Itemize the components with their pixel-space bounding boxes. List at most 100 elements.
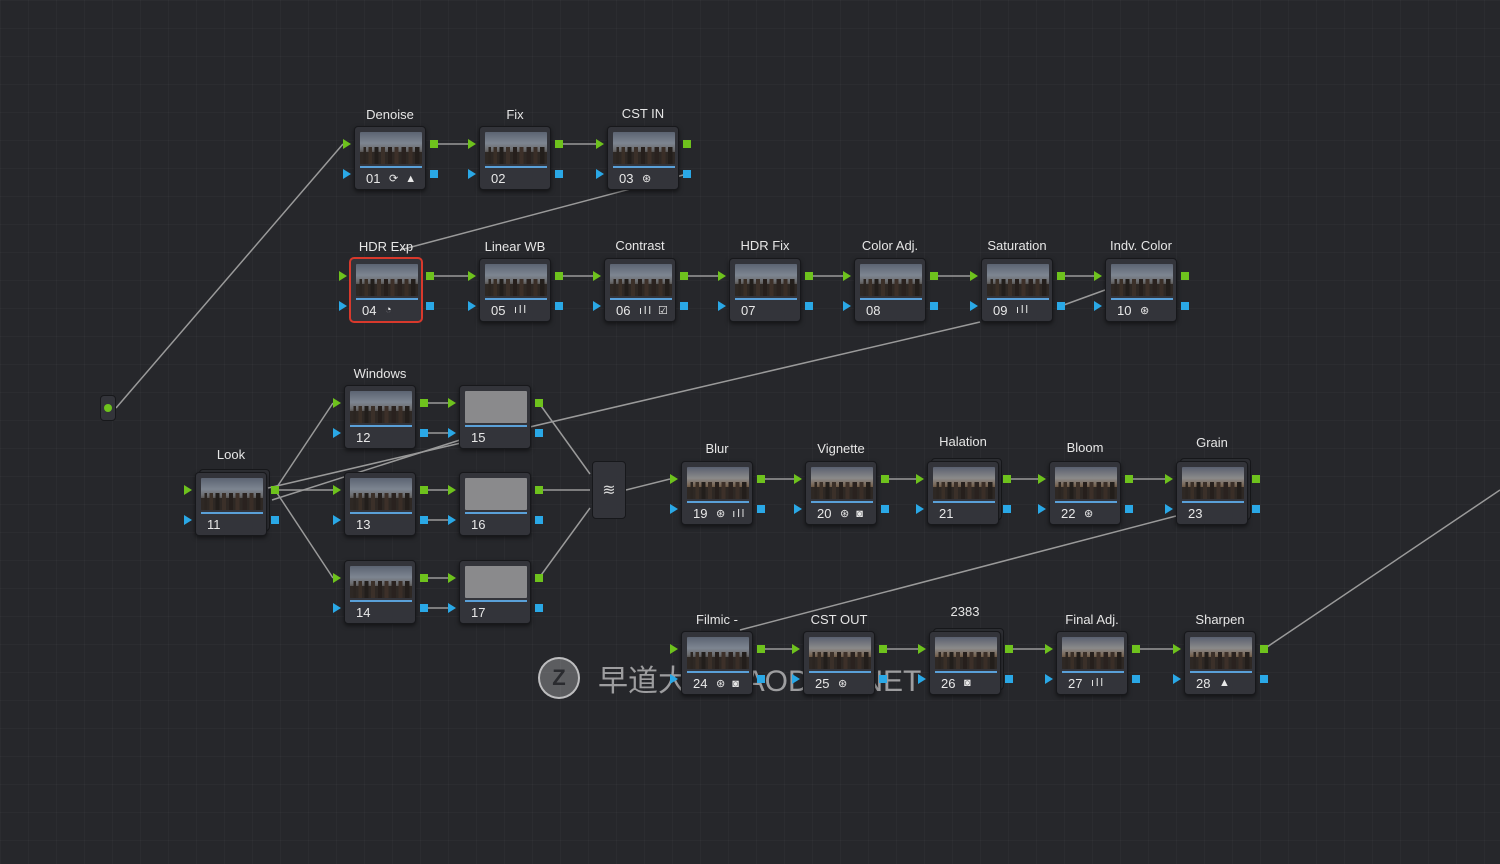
node-11[interactable]: 11 <box>195 469 270 536</box>
alpha-output-port[interactable] <box>930 302 938 310</box>
alpha-input-port[interactable] <box>593 301 601 311</box>
node-28[interactable]: 28 ▲ <box>1184 631 1256 695</box>
rgb-input-port[interactable] <box>1094 271 1102 281</box>
rgb-input-port[interactable] <box>448 485 456 495</box>
rgb-output-port[interactable] <box>430 140 438 148</box>
rgb-output-port[interactable] <box>1181 272 1189 280</box>
alpha-output-port[interactable] <box>1057 302 1065 310</box>
rgb-input-port[interactable] <box>448 573 456 583</box>
alpha-input-port[interactable] <box>343 169 351 179</box>
rgb-output-port[interactable] <box>420 574 428 582</box>
node-03[interactable]: 03 ⊛ <box>607 126 679 190</box>
rgb-output-port[interactable] <box>680 272 688 280</box>
alpha-output-port[interactable] <box>420 429 428 437</box>
alpha-output-port[interactable] <box>426 302 434 310</box>
alpha-input-port[interactable] <box>448 428 456 438</box>
alpha-output-port[interactable] <box>1132 675 1140 683</box>
rgb-output-port[interactable] <box>757 645 765 653</box>
node-04[interactable]: 04 ◔ <box>350 258 422 322</box>
rgb-output-port[interactable] <box>683 140 691 148</box>
rgb-input-port[interactable] <box>918 644 926 654</box>
alpha-input-port[interactable] <box>339 301 347 311</box>
rgb-input-port[interactable] <box>184 485 192 495</box>
rgb-input-port[interactable] <box>670 644 678 654</box>
rgb-input-port[interactable] <box>468 271 476 281</box>
rgb-input-port[interactable] <box>343 139 351 149</box>
rgb-output-port[interactable] <box>535 399 543 407</box>
node-17[interactable]: 17 <box>459 560 531 624</box>
rgb-input-port[interactable] <box>718 271 726 281</box>
node-26[interactable]: 26 ◙ <box>929 628 1004 695</box>
node-07[interactable]: 07 <box>729 258 801 322</box>
rgb-input-port[interactable] <box>1165 474 1173 484</box>
rgb-output-port[interactable] <box>555 140 563 148</box>
node-02[interactable]: 02 <box>479 126 551 190</box>
layer-mixer-node[interactable]: ≋ <box>592 461 626 519</box>
alpha-output-port[interactable] <box>535 516 543 524</box>
rgb-output-port[interactable] <box>1252 475 1260 483</box>
alpha-output-port[interactable] <box>757 675 765 683</box>
alpha-output-port[interactable] <box>805 302 813 310</box>
rgb-input-port[interactable] <box>916 474 924 484</box>
alpha-output-port[interactable] <box>1181 302 1189 310</box>
rgb-output-port[interactable] <box>426 272 434 280</box>
alpha-input-port[interactable] <box>792 674 800 684</box>
rgb-output-port[interactable] <box>879 645 887 653</box>
node-14[interactable]: 14 <box>344 560 416 624</box>
alpha-output-port[interactable] <box>271 516 279 524</box>
alpha-output-port[interactable] <box>879 675 887 683</box>
alpha-output-port[interactable] <box>535 429 543 437</box>
node-24[interactable]: 24 ⊛ ◙ <box>681 631 753 695</box>
alpha-input-port[interactable] <box>970 301 978 311</box>
source-input-node[interactable] <box>100 395 116 421</box>
alpha-input-port[interactable] <box>596 169 604 179</box>
alpha-input-port[interactable] <box>1165 504 1173 514</box>
node-27[interactable]: 27 ıll <box>1056 631 1128 695</box>
node-22[interactable]: 22 ⊛ <box>1049 461 1121 525</box>
node-16[interactable]: 16 <box>459 472 531 536</box>
node-15[interactable]: 15 <box>459 385 531 449</box>
alpha-input-port[interactable] <box>918 674 926 684</box>
alpha-input-port[interactable] <box>1045 674 1053 684</box>
alpha-input-port[interactable] <box>184 515 192 525</box>
node-21[interactable]: 21 <box>927 458 1002 525</box>
rgb-output-port[interactable] <box>1125 475 1133 483</box>
alpha-input-port[interactable] <box>468 169 476 179</box>
alpha-output-port[interactable] <box>1005 675 1013 683</box>
rgb-output-port[interactable] <box>930 272 938 280</box>
rgb-input-port[interactable] <box>970 271 978 281</box>
rgb-output-port[interactable] <box>535 486 543 494</box>
rgb-input-port[interactable] <box>468 139 476 149</box>
rgb-output-port[interactable] <box>1005 645 1013 653</box>
rgb-input-port[interactable] <box>1038 474 1046 484</box>
rgb-output-port[interactable] <box>1260 645 1268 653</box>
node-graph-canvas[interactable]: ≋ Z 早道大咖 ZAODAO.NET 01⟳ ▲Denoise02Fix03⊛… <box>0 0 1500 864</box>
alpha-output-port[interactable] <box>1252 505 1260 513</box>
rgb-output-port[interactable] <box>881 475 889 483</box>
alpha-input-port[interactable] <box>448 603 456 613</box>
alpha-input-port[interactable] <box>1094 301 1102 311</box>
rgb-output-port[interactable] <box>805 272 813 280</box>
rgb-output-port[interactable] <box>1132 645 1140 653</box>
alpha-input-port[interactable] <box>670 674 678 684</box>
alpha-input-port[interactable] <box>916 504 924 514</box>
node-10[interactable]: 10 ⊛ <box>1105 258 1177 322</box>
alpha-output-port[interactable] <box>683 170 691 178</box>
rgb-input-port[interactable] <box>794 474 802 484</box>
alpha-input-port[interactable] <box>448 515 456 525</box>
alpha-output-port[interactable] <box>430 170 438 178</box>
alpha-output-port[interactable] <box>420 516 428 524</box>
node-05[interactable]: 05 ıll <box>479 258 551 322</box>
alpha-output-port[interactable] <box>1260 675 1268 683</box>
rgb-input-port[interactable] <box>1045 644 1053 654</box>
rgb-input-port[interactable] <box>333 398 341 408</box>
alpha-output-port[interactable] <box>555 302 563 310</box>
alpha-input-port[interactable] <box>794 504 802 514</box>
rgb-input-port[interactable] <box>596 139 604 149</box>
alpha-input-port[interactable] <box>1173 674 1181 684</box>
node-01[interactable]: 01 ⟳ ▲ <box>354 126 426 190</box>
rgb-input-port[interactable] <box>1173 644 1181 654</box>
node-25[interactable]: 25 ⊛ <box>803 631 875 695</box>
node-20[interactable]: 20 ⊛ ◙ <box>805 461 877 525</box>
alpha-input-port[interactable] <box>1038 504 1046 514</box>
